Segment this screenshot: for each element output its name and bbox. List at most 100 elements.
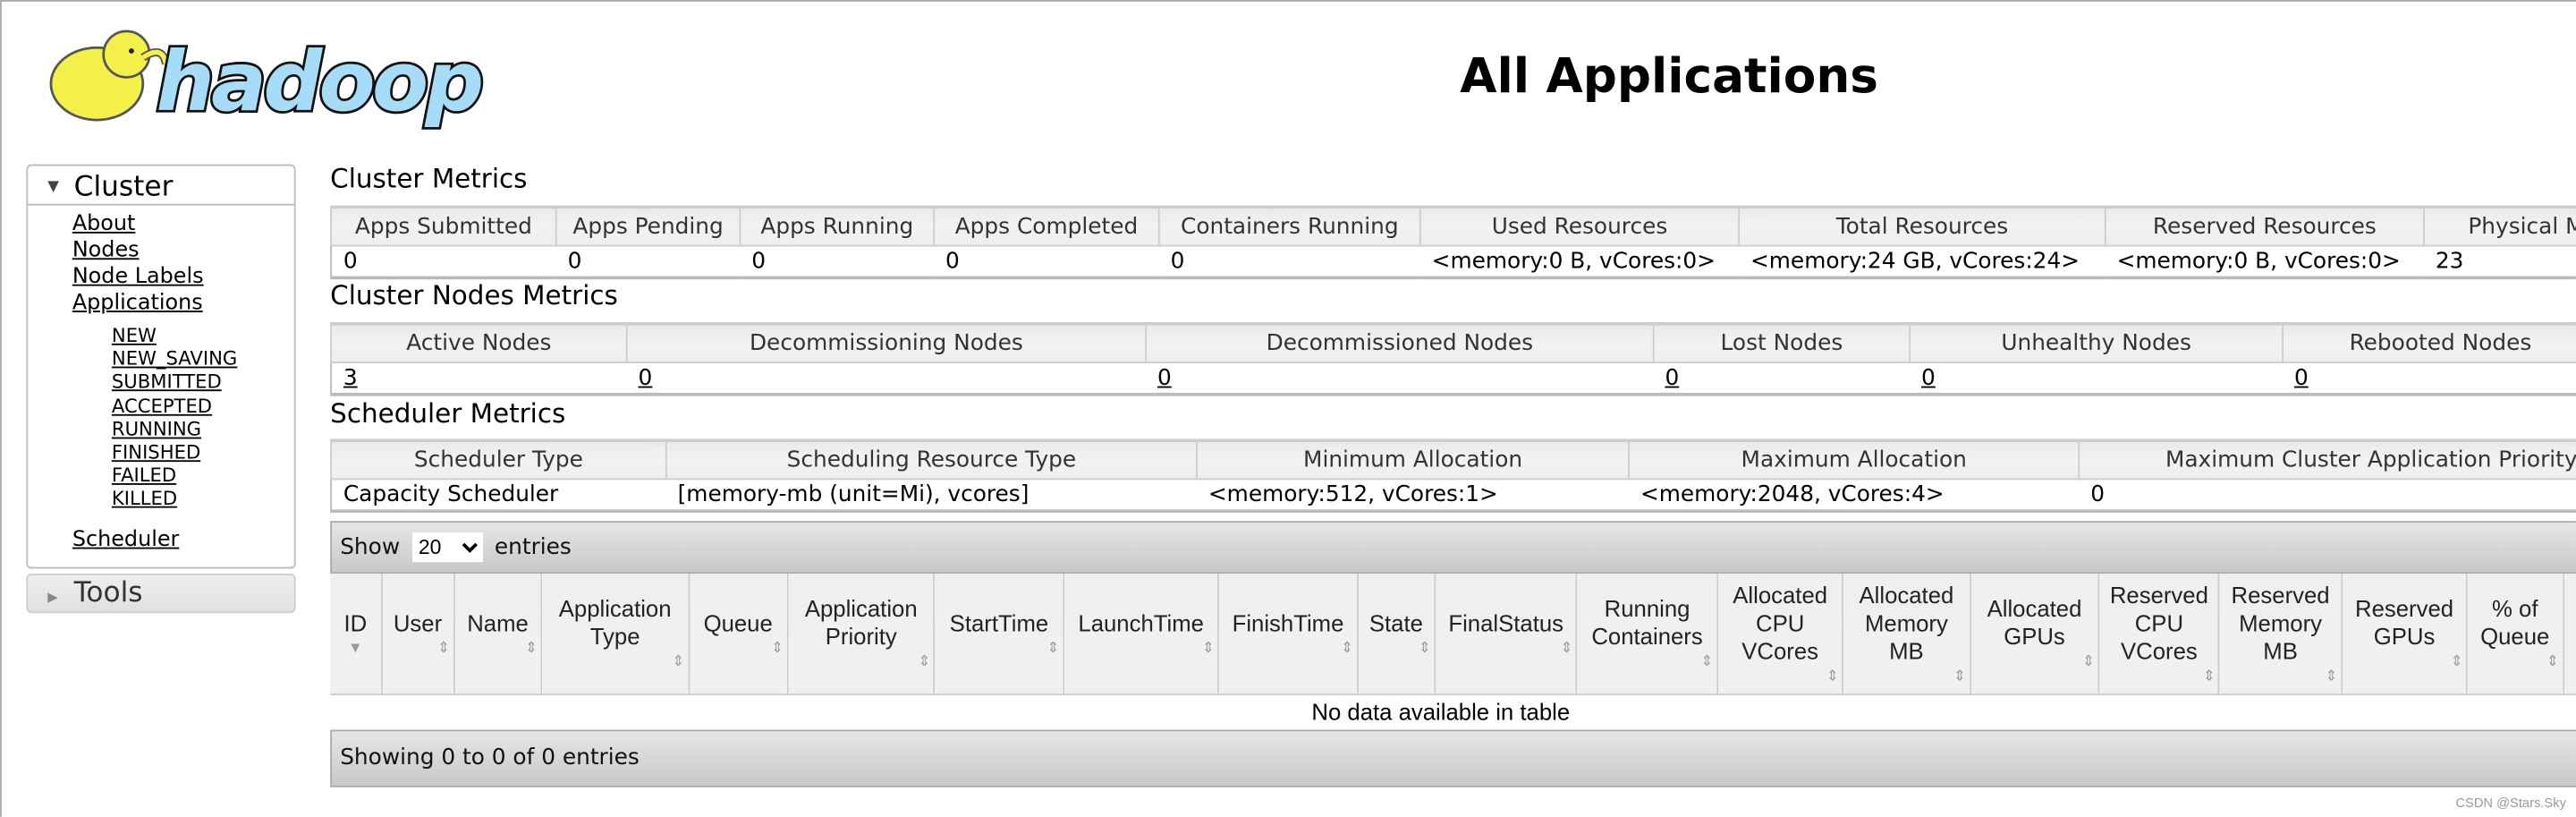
column-header: Apps Running [739,205,936,246]
nav-scheduler[interactable]: Scheduler [72,527,180,552]
sortable-column-header[interactable]: Reserved CPU VCores ⇕ [2098,574,2221,695]
column-header: Maximum Cluster Application Priority [2078,438,2576,480]
sortable-column-header[interactable]: Allocated CPU VCores ⇕ [1717,574,1844,695]
sortable-column-header[interactable]: % of Cluster⇕ [2563,574,2576,695]
sortable-column-header[interactable]: StartTime ⇕ [934,574,1064,695]
sort-icon: ⇕ [1826,667,1839,684]
caret-right-icon: ▶ [47,589,58,605]
sortable-column-header[interactable]: FinishTime ⇕ [1218,574,1359,695]
column-label: Reserved GPUs [2355,595,2454,650]
column-header: Containers Running [1157,205,1421,246]
sortable-column-header[interactable]: User ⇕ [381,574,455,695]
metric-value: 0 [1146,362,1654,396]
column-header: Scheduler Type [330,438,667,480]
nav-nodes[interactable]: Nodes [72,238,140,263]
sort-icon: ⇕ [2325,667,2338,684]
sortable-column-header[interactable]: FinalStatus ⇕ [1435,574,1579,695]
metric-value: 0 [2283,362,2576,396]
tools-label: Tools [73,575,143,609]
cluster-metrics-title: Cluster Metrics [330,162,528,194]
page-title: All Applications [1460,47,1878,104]
column-label: User [393,608,443,636]
cluster-nodes-metrics-title: Cluster Nodes Metrics [330,279,618,311]
sortable-column-header[interactable]: Application Type ⇕ [541,574,690,695]
nav-state-new-saving[interactable]: NEW_SAVING [112,347,237,370]
sortable-column-header[interactable]: Allocated Memory MB ⇕ [1843,574,1971,695]
column-header: Active Nodes [330,321,628,362]
sort-icon: ⇕ [771,639,784,656]
column-header: Apps Pending [555,205,741,246]
column-label: Allocated CPU VCores [1733,581,1828,664]
scheduler-metrics-table: Scheduler Type Scheduling Resource Type Mi… [330,438,2576,514]
column-header: Rebooted Nodes [2282,321,2576,362]
column-label: FinishTime [1232,608,1344,636]
metric-value-link[interactable]: 0 [1665,364,1679,390]
sort-icon: ⇕ [672,652,685,669]
column-label: % of Queue [2480,595,2550,650]
sortable-column-header[interactable]: Reserved GPUs ⇕ [2341,574,2469,695]
sortable-column-header[interactable]: Name ⇕ [453,574,543,695]
metric-value: 23 [2424,244,2576,280]
empty-table-message: No data available in table [1311,698,1571,725]
column-label: State [1368,608,1423,636]
metric-value-link[interactable]: 0 [1157,364,1172,390]
nav-state-running[interactable]: RUNNING [112,417,201,440]
sortable-column-header[interactable]: Running Containers ⇕ [1577,574,1718,695]
metric-value: <memory:512, vCores:1> [1197,478,1630,514]
caret-down-icon: ▼ [47,179,59,196]
nav-state-killed[interactable]: KILLED [112,487,177,510]
column-header: Used Resources [1419,205,1741,246]
show-label: Show [340,533,401,561]
sort-icon: ⇕ [918,652,931,669]
column-header: Scheduling Resource Type [665,438,1198,480]
nav-applications[interactable]: Applications [72,291,203,316]
table-length-control: Show 20 entries [330,521,2576,574]
column-label: Application Priority [804,595,918,650]
column-label: Application Type [558,595,672,650]
metric-value-link[interactable]: 0 [639,364,653,390]
hadoop-logo: hadoop [49,30,487,132]
sort-icon: ⇕ [2567,651,2576,671]
sort-icon: ⇕ [437,639,451,656]
nav-state-accepted[interactable]: ACCEPTED [112,394,212,417]
metric-value: 0 [330,244,556,280]
sortable-column-header[interactable]: ID ▼ [330,574,383,695]
column-header: Lost Nodes [1652,321,1911,362]
sort-icon: ⇕ [1202,639,1215,656]
sortable-column-header[interactable]: Queue ⇕ [688,574,789,695]
sortable-column-header[interactable]: Allocated GPUs ⇕ [1970,574,2100,695]
metric-value: 0 [1158,244,1420,280]
nav-node-labels[interactable]: Node Labels [72,265,204,290]
nav-about[interactable]: About [72,212,136,237]
metric-value: 0 [934,244,1159,280]
sortable-column-header[interactable]: Reserved Memory MB ⇕ [2219,574,2343,695]
sortable-column-header[interactable]: LaunchTime ⇕ [1063,574,1220,695]
nav-state-finished[interactable]: FINISHED [112,440,200,464]
sidebar-section-tools[interactable]: ▶ Tools [26,573,296,613]
metric-value-link[interactable]: 0 [2294,364,2309,390]
nav-state-submitted[interactable]: SUBMITTED [112,370,222,394]
cluster-label: Cluster [73,171,174,204]
sortable-column-header[interactable]: Application Priority ⇕ [787,574,936,695]
metric-value-link[interactable]: 0 [1921,364,1936,390]
column-header: Apps Submitted [330,205,557,246]
column-label: Queue [703,608,773,636]
metric-value: <memory:2048, vCores:4> [1629,478,2080,514]
sort-icon: ⇕ [1046,639,1060,656]
metric-value: <memory:24 GB, vCores:24> [1739,244,2106,280]
sidebar-section-cluster[interactable]: ▼ Cluster [28,166,294,206]
nav-state-failed[interactable]: FAILED [112,464,176,487]
nav-state-new[interactable]: NEW [112,324,157,347]
metric-value-link[interactable]: 3 [343,364,358,390]
column-header: Reserved Resources [2104,205,2425,246]
page-size-select[interactable]: 20 [411,532,483,563]
metric-value: Capacity Scheduler [330,478,666,514]
metric-value: 3 [330,362,627,396]
sidebar: ▼ Cluster About Nodes Node Labels Applica… [26,164,296,613]
column-header: Total Resources [1738,205,2106,246]
sortable-column-header[interactable]: State ⇕ [1357,574,1436,695]
metric-value: <memory:0 B, vCores:0> [2105,244,2425,280]
sortable-column-header[interactable]: % of Queue ⇕ [2467,574,2564,695]
sort-icon: ⇕ [1341,639,1353,656]
cluster-nodes-metrics-table: Active Nodes Decommissioning Nodes Decommi… [330,321,2576,396]
